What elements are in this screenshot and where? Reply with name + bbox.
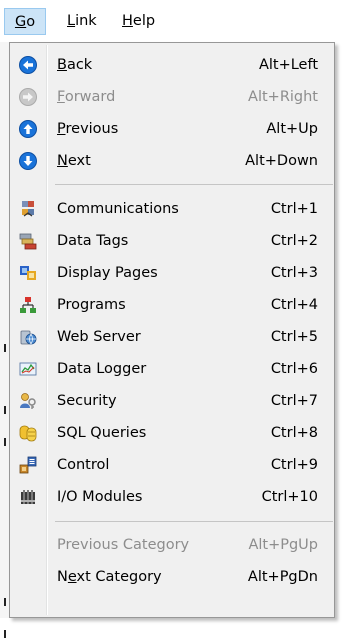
menu-help-mnemonic: H (122, 13, 133, 29)
menu-item-sql-queries-label: SQL Queries (57, 425, 147, 441)
menu-go[interactable]: Go (4, 8, 46, 35)
menu-item-previous-category-label: Previous Category (57, 537, 190, 553)
sql-queries-icon (19, 425, 37, 442)
menu-item-communications-shortcut: Ctrl+1 (270, 201, 318, 217)
menu-item-data-logger[interactable]: Data Logger Ctrl+6 (10, 353, 334, 385)
menu-go-mnemonic: G (14, 14, 27, 30)
programs-icon (20, 297, 36, 313)
menu-item-next-category-label: Next Category (57, 569, 162, 585)
menu-item-web-server-shortcut: Ctrl+5 (270, 329, 318, 345)
menu-item-display-pages-label: Display Pages (57, 265, 158, 281)
background-mark (4, 438, 6, 446)
background-mark (4, 598, 6, 606)
menu-item-security-shortcut: Ctrl+7 (270, 393, 318, 409)
security-icon (20, 393, 36, 409)
menu-link[interactable]: Link (62, 8, 102, 35)
control-icon (19, 456, 37, 474)
menu-item-programs-label: Programs (57, 297, 126, 313)
data-tags-icon (19, 233, 37, 250)
data-logger-icon (19, 362, 37, 376)
io-modules-icon (21, 490, 35, 504)
background-mark (4, 630, 6, 638)
display-pages-icon (20, 266, 36, 280)
menu-item-web-server-label: Web Server (57, 329, 141, 345)
menu-item-previous-category[interactable]: Previous Category Alt+PgUp (10, 529, 334, 561)
menu-item-io-modules-label: I/O Modules (57, 489, 143, 505)
menu-item-data-logger-shortcut: Ctrl+6 (270, 361, 318, 377)
menu-bar: Go Link Help (0, 0, 344, 42)
menu-item-back-label: Back (57, 57, 93, 73)
menu-item-forward[interactable]: Forward Alt+Right (10, 81, 334, 113)
menu-item-communications-label: Communications (57, 201, 179, 217)
menu-item-back[interactable]: Back Alt+Left (10, 49, 334, 81)
menu-item-forward-shortcut: Alt+Right (248, 89, 318, 105)
menu-item-data-tags-shortcut: Ctrl+2 (270, 233, 318, 249)
menu-item-communications[interactable]: Communications Ctrl+1 (10, 193, 334, 225)
menu-item-display-pages-shortcut: Ctrl+3 (270, 265, 318, 281)
menu-separator (55, 521, 333, 522)
menu-item-web-server[interactable]: Web Server Ctrl+5 (10, 321, 334, 353)
menu-item-previous-category-shortcut: Alt+PgUp (248, 537, 318, 553)
menu-item-previous[interactable]: Previous Alt+Up (10, 113, 334, 145)
menu-go-rest: o (26, 14, 36, 30)
menu-item-data-logger-label: Data Logger (57, 361, 147, 377)
down-arrow-icon (19, 152, 37, 170)
background-window-edge (0, 42, 9, 638)
menu-link-rest: ink (75, 13, 97, 29)
menu-item-next[interactable]: Next Alt+Down (10, 145, 334, 177)
communications-icon (22, 201, 34, 217)
menu-item-previous-shortcut: Alt+Up (266, 121, 318, 137)
menu-item-display-pages[interactable]: Display Pages Ctrl+3 (10, 257, 334, 289)
back-arrow-icon (19, 56, 37, 74)
menu-link-mnemonic: L (67, 13, 76, 29)
menu-item-control-label: Control (57, 457, 110, 473)
menu-item-back-shortcut: Alt+Left (258, 57, 318, 73)
forward-arrow-icon (19, 88, 37, 106)
menu-item-next-category-shortcut: Alt+PgDn (247, 569, 318, 585)
menu-item-programs[interactable]: Programs Ctrl+4 (10, 289, 334, 321)
menu-item-security-label: Security (57, 393, 117, 409)
menu-item-next-label: Next (57, 153, 91, 169)
menu-help-rest: elp (132, 13, 156, 29)
menu-item-next-category[interactable]: Next Category Alt+PgDn (10, 561, 334, 593)
menu-item-io-modules-shortcut: Ctrl+10 (261, 489, 318, 505)
menu-item-data-tags[interactable]: Data Tags Ctrl+2 (10, 225, 334, 257)
menu-item-control-shortcut: Ctrl+9 (270, 457, 318, 473)
go-menu-dropdown: Back Alt+Left Forward Alt+Right Previous… (9, 42, 335, 618)
background-mark (4, 344, 6, 352)
menu-item-previous-label: Previous (57, 121, 119, 137)
menu-item-security[interactable]: Security Ctrl+7 (10, 385, 334, 417)
menu-help[interactable]: Help (117, 8, 160, 35)
up-arrow-icon (19, 120, 37, 138)
web-server-icon (20, 330, 37, 345)
menu-item-control[interactable]: Control Ctrl+9 (10, 449, 334, 481)
menu-item-data-tags-label: Data Tags (57, 233, 129, 249)
menu-item-next-shortcut: Alt+Down (245, 153, 318, 169)
menu-separator (55, 184, 333, 185)
menu-item-forward-label: Forward (57, 89, 116, 105)
menu-item-programs-shortcut: Ctrl+4 (270, 297, 318, 313)
menu-item-sql-queries[interactable]: SQL Queries Ctrl+8 (10, 417, 334, 449)
menu-item-sql-queries-shortcut: Ctrl+8 (270, 425, 318, 441)
background-mark (4, 406, 6, 414)
menu-item-io-modules[interactable]: I/O Modules Ctrl+10 (10, 481, 334, 513)
